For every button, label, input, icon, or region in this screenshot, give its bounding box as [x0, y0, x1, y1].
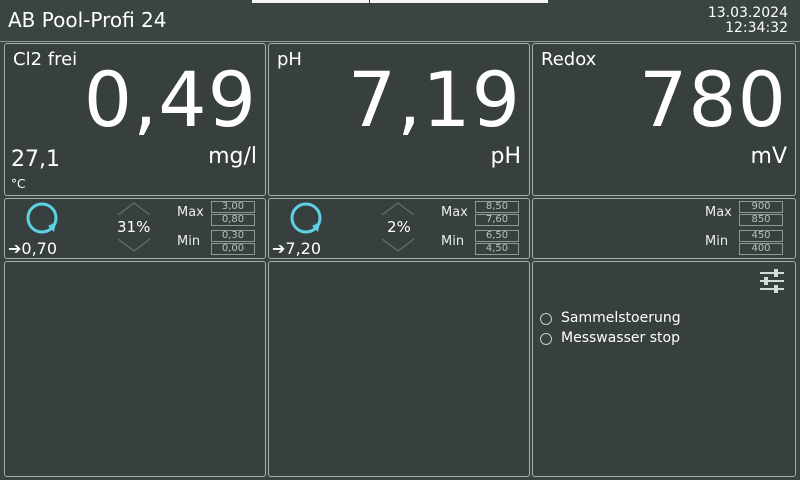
ph-max-label: Max	[441, 205, 468, 220]
cl2-max-limit-2[interactable]: 0,80	[211, 214, 255, 226]
ph-value: 7,19	[347, 55, 521, 144]
redox-max-limit-2[interactable]: 850	[739, 214, 783, 226]
ph-min-limit-1[interactable]: 6,50	[475, 230, 519, 242]
top-indicator-bar	[252, 0, 548, 3]
ph-label: pH	[277, 49, 302, 70]
ph-measurement-panel[interactable]: pH 7,19 pH	[268, 43, 530, 196]
messwasser-indicator-icon	[540, 333, 552, 345]
cl2-min-limit-1[interactable]: 0,30	[211, 230, 255, 242]
cl2-setpoint: ➔0,70	[8, 239, 58, 258]
temperature-unit: °C	[11, 177, 26, 191]
ph-dosing-percent: 2%	[387, 218, 411, 236]
ph-control-panel[interactable]: ➔7,20 2% Max Min 8,50 7,60 6,50 4,50	[268, 198, 530, 259]
redox-value: 780	[638, 55, 787, 144]
ph-extra-panel	[268, 261, 530, 477]
cl2-label: Cl2 frei	[13, 49, 78, 70]
cl2-down-arrow-icon[interactable]	[117, 238, 151, 252]
header-time: 12:34:32	[725, 20, 788, 36]
sammelstoerung-indicator-icon	[540, 313, 552, 325]
app-title: AB Pool-Profi 24	[8, 8, 167, 32]
ph-max-limit-2[interactable]: 7,60	[475, 214, 519, 226]
ph-unit: pH	[490, 144, 521, 169]
redox-min-limit-1[interactable]: 450	[739, 230, 783, 242]
cl2-control-panel[interactable]: ➔0,70 31% Max Min 3,00 0,80 0,30 0,00	[4, 198, 266, 259]
redox-max-label: Max	[705, 205, 732, 220]
cl2-max-limit-1[interactable]: 3,00	[211, 201, 255, 213]
cl2-min-label: Min	[177, 234, 201, 249]
header-date: 13.03.2024	[707, 5, 788, 21]
ph-up-arrow-icon[interactable]	[381, 202, 415, 216]
cl2-min-limit-2[interactable]: 0,00	[211, 243, 255, 255]
ph-max-limit-1[interactable]: 8,50	[475, 201, 519, 213]
ph-min-label: Min	[441, 234, 465, 249]
messwasser-label: Messwasser stop	[561, 330, 680, 346]
redox-measurement-panel[interactable]: Redox 780 mV	[532, 43, 796, 196]
redox-control-panel[interactable]: Max Min 900 850 450 400	[532, 198, 796, 259]
cl2-max-label: Max	[177, 205, 204, 220]
ph-dosing-ring-icon	[290, 202, 322, 234]
status-panel: Sammelstoerung Messwasser stop	[532, 261, 796, 477]
cl2-extra-panel	[4, 261, 266, 477]
cl2-value: 0,49	[83, 55, 257, 144]
cl2-measurement-panel[interactable]: Cl2 frei 0,49 mg/l 27,1 °C	[4, 43, 266, 196]
temperature-value: 27,1	[11, 147, 60, 172]
redox-label: Redox	[541, 49, 597, 70]
ph-setpoint: ➔7,20	[272, 239, 322, 258]
ph-down-arrow-icon[interactable]	[381, 238, 415, 252]
redox-max-limit-1[interactable]: 900	[739, 201, 783, 213]
ph-min-limit-2[interactable]: 4,50	[475, 243, 519, 255]
cl2-up-arrow-icon[interactable]	[117, 202, 151, 216]
redox-min-label: Min	[705, 234, 729, 249]
cl2-dosing-ring-icon	[26, 202, 58, 234]
redox-unit: mV	[750, 144, 787, 169]
redox-min-limit-2[interactable]: 400	[739, 243, 783, 255]
cl2-dosing-percent: 31%	[117, 218, 151, 236]
cl2-unit: mg/l	[208, 144, 257, 169]
sammelstoerung-label: Sammelstoerung	[561, 310, 681, 326]
settings-sliders-icon[interactable]	[759, 269, 785, 293]
